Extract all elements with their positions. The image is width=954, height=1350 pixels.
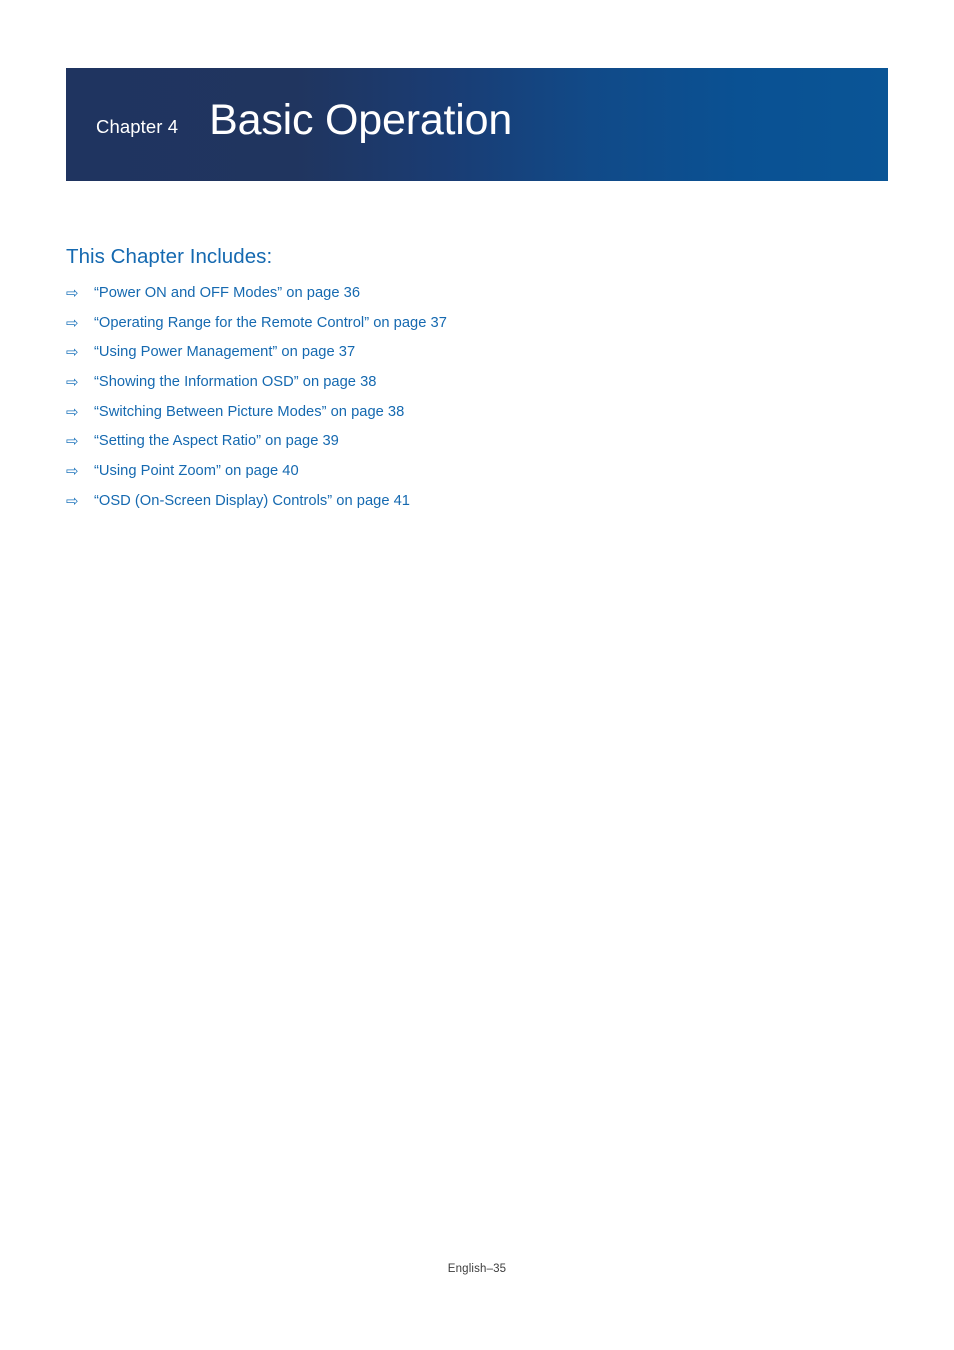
arrow-right-icon: ⇨ [66, 432, 79, 451]
toc-link-label[interactable]: “Using Point Zoom” on page 40 [94, 461, 299, 481]
list-item[interactable]: ⇨ “Operating Range for the Remote Contro… [66, 313, 866, 343]
toc-link-label[interactable]: “OSD (On-Screen Display) Controls” on pa… [94, 491, 410, 511]
list-item[interactable]: ⇨ “Switching Between Picture Modes” on p… [66, 402, 866, 432]
page-title: Basic Operation [209, 96, 513, 144]
toc-link-label[interactable]: “Switching Between Picture Modes” on pag… [94, 402, 404, 422]
toc-link-label[interactable]: “Setting the Aspect Ratio” on page 39 [94, 431, 339, 451]
arrow-right-icon: ⇨ [66, 343, 79, 362]
list-item[interactable]: ⇨ “Using Point Zoom” on page 40 [66, 461, 866, 491]
arrow-right-icon: ⇨ [66, 402, 79, 421]
list-item[interactable]: ⇨ “Using Power Management” on page 37 [66, 342, 866, 372]
chapter-banner: Chapter 4 Basic Operation [66, 68, 888, 181]
arrow-right-icon: ⇨ [66, 373, 79, 392]
arrow-right-icon: ⇨ [66, 284, 79, 302]
list-item[interactable]: ⇨ “OSD (On-Screen Display) Controls” on … [66, 491, 866, 521]
toc-link-label[interactable]: “Showing the Information OSD” on page 38 [94, 372, 376, 392]
chapter-banner-content: Chapter 4 Basic Operation [96, 68, 888, 181]
page-footer: English–35 [447, 1263, 507, 1275]
document-page: Chapter 4 Basic Operation This Chapter I… [0, 0, 954, 1350]
arrow-right-icon: ⇨ [66, 491, 79, 510]
chapter-contents-list: ⇨ “Power ON and OFF Modes” on page 36 ⇨ … [66, 283, 866, 521]
toc-link-label[interactable]: “Operating Range for the Remote Control”… [94, 313, 447, 333]
chapter-includes-heading: This Chapter Includes: [66, 245, 273, 268]
chapter-number-label: Chapter 4 [96, 115, 179, 137]
toc-link-label[interactable]: “Using Power Management” on page 37 [94, 342, 355, 362]
arrow-right-icon: ⇨ [66, 313, 79, 332]
arrow-right-icon: ⇨ [66, 462, 79, 481]
list-item[interactable]: ⇨ “Power ON and OFF Modes” on page 36 [66, 283, 866, 313]
toc-link-label[interactable]: “Power ON and OFF Modes” on page 36 [94, 283, 360, 303]
list-item[interactable]: ⇨ “Showing the Information OSD” on page … [66, 372, 866, 402]
list-item[interactable]: ⇨ “Setting the Aspect Ratio” on page 39 [66, 431, 866, 461]
